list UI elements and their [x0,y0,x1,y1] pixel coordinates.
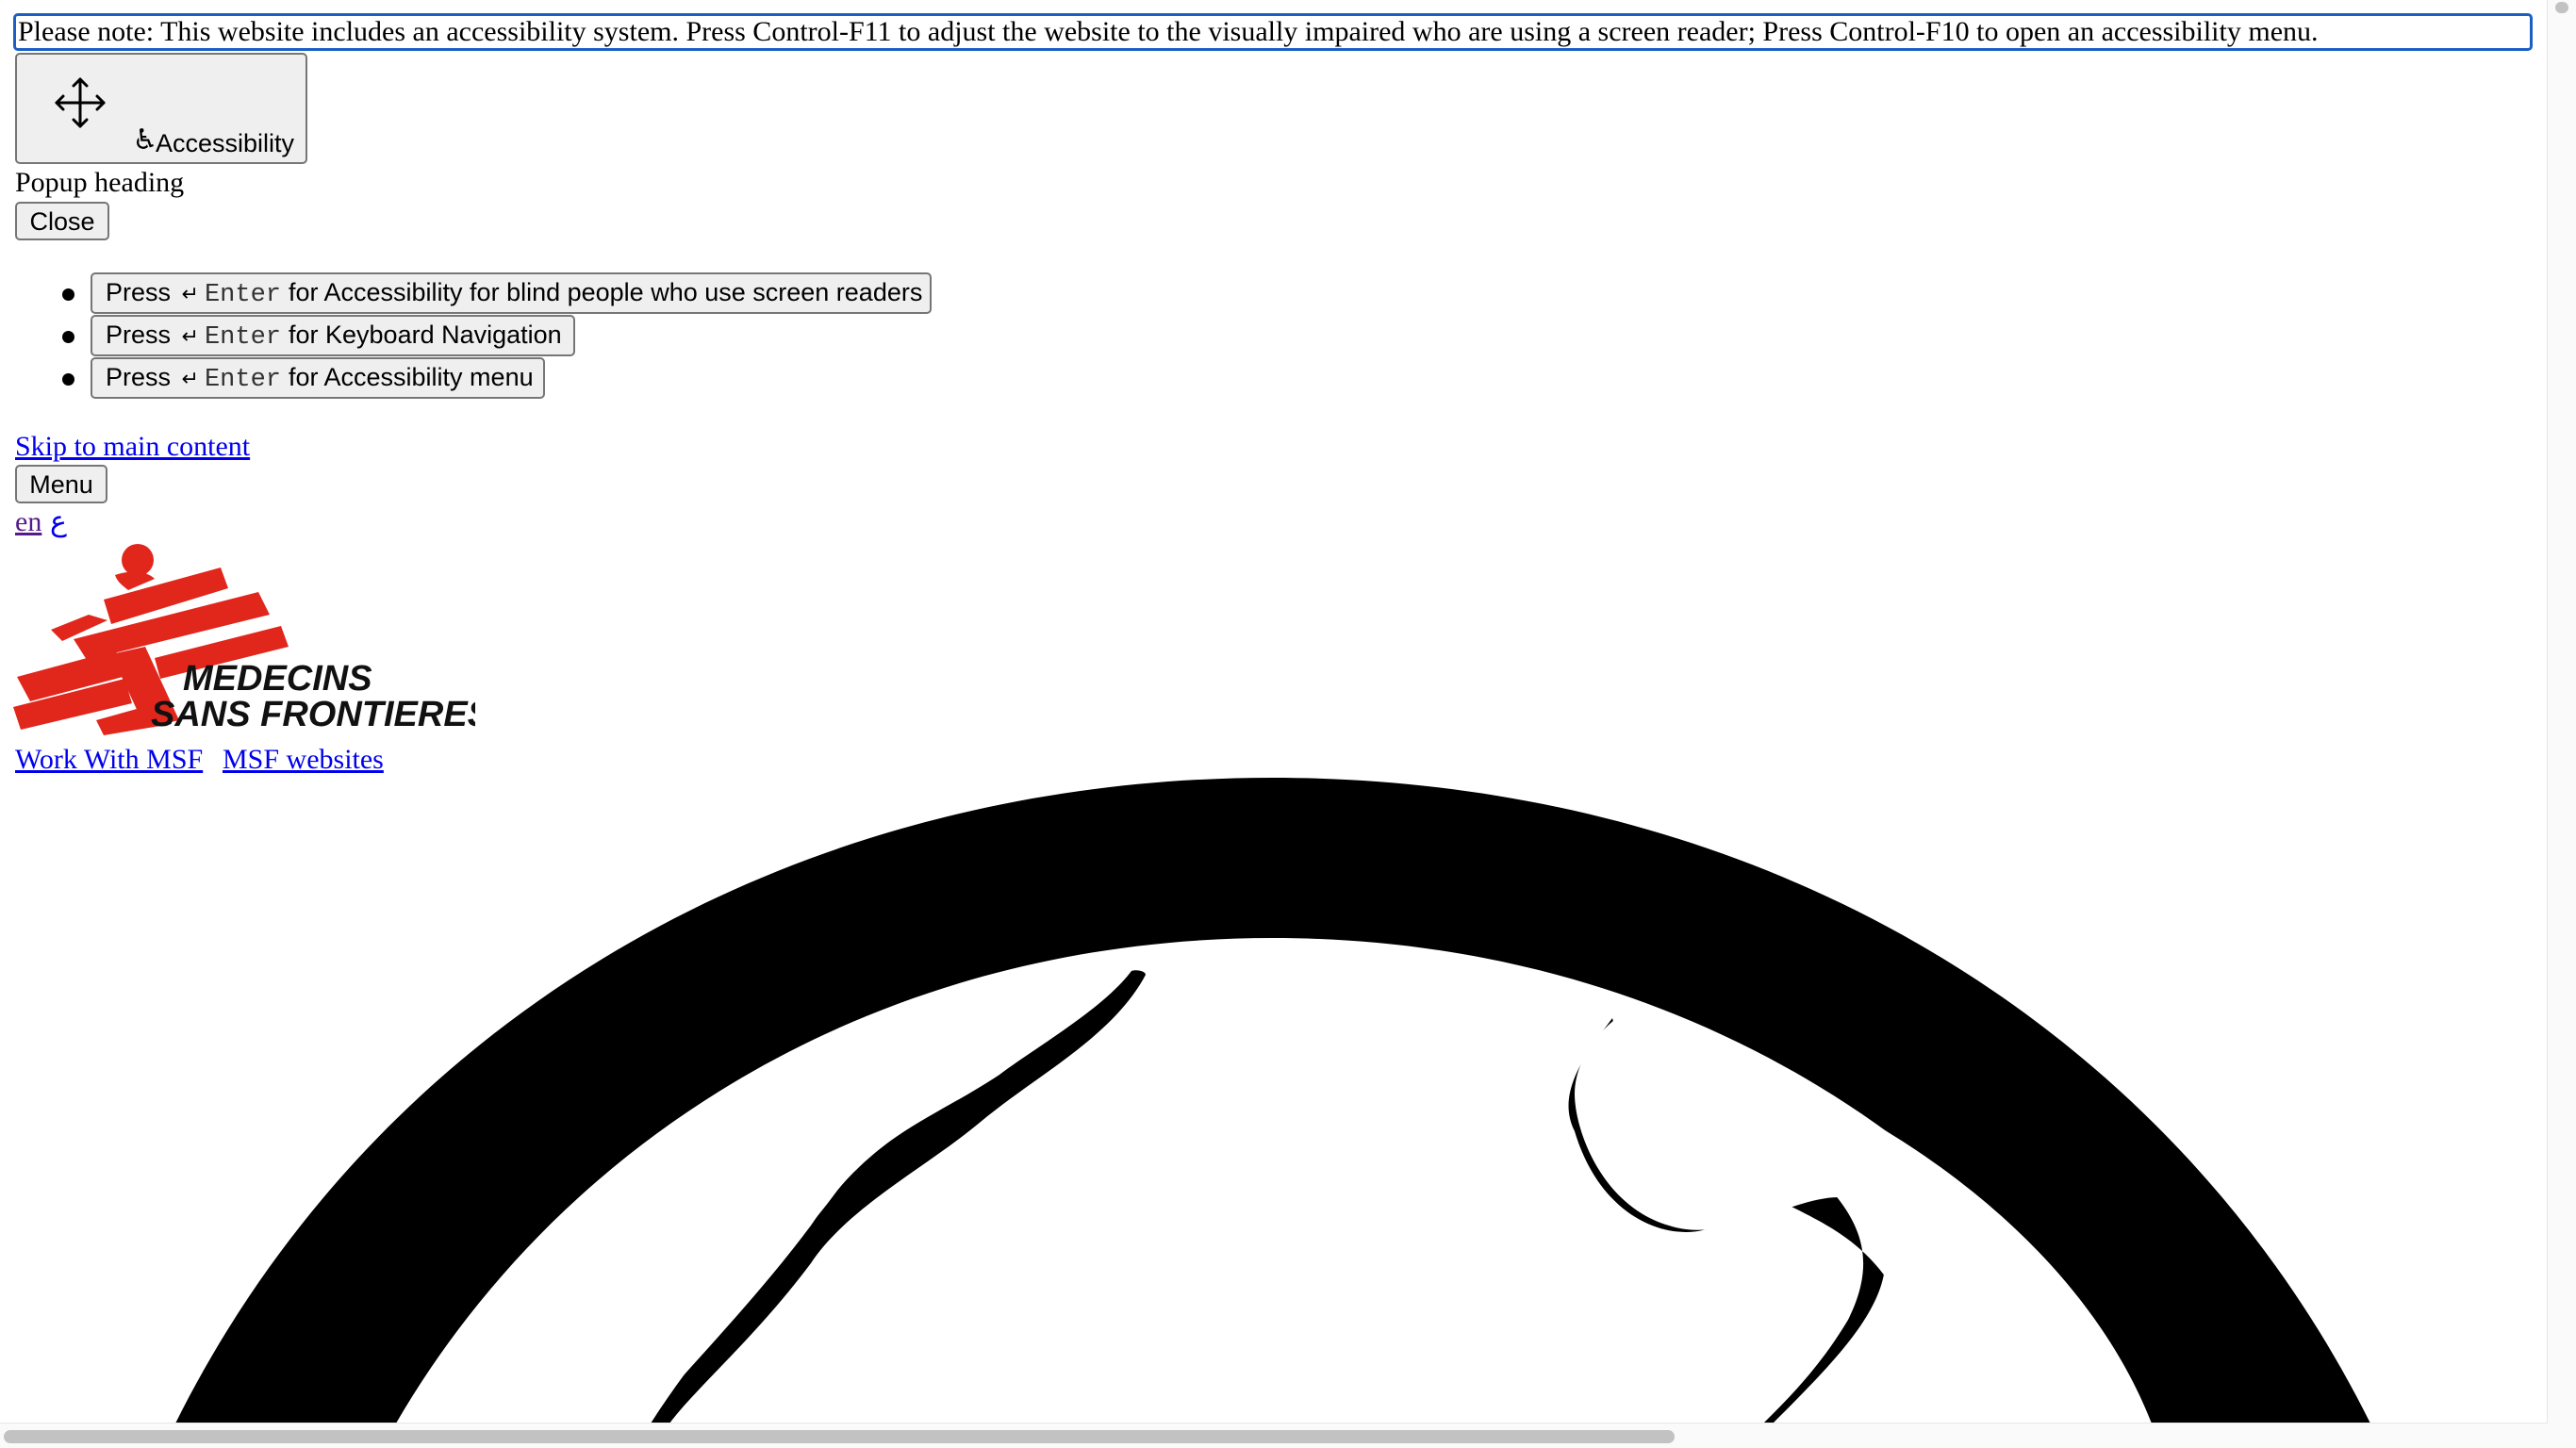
language-link-ar[interactable]: ع [50,505,67,539]
vertical-scrollbar-thumb[interactable] [2555,2,2568,13]
vertical-scrollbar[interactable] [2547,0,2576,1423]
list-bullet [62,288,74,301]
press-label: Press [106,277,172,306]
enter-key-icon: ↵ [181,323,199,348]
accessibility-label: Accessibility [156,129,295,157]
screen-reader-option-button[interactable]: Press ↵ Enter for Accessibility for blind … [91,272,932,314]
language-link-en[interactable]: en [15,505,41,539]
popup-heading: Popup heading [15,167,185,198]
accessibility-notice[interactable]: Please note: This website includes an ac… [13,13,2533,51]
accessibility-button[interactable]: ♿ Accessibility [15,53,307,164]
enter-key-label: Enter [204,280,281,309]
press-label: Press [106,362,172,391]
list-bullet [62,331,74,343]
logo-line-1: MEDECINS [183,659,372,699]
keyboard-navigation-option-button[interactable]: Press ↵ Enter for Keyboard Navigation [91,315,575,356]
accessibility-menu-option-button[interactable]: Press ↵ Enter for Accessibility menu [91,357,545,399]
globe-icon [175,778,2370,1423]
enter-key-icon: ↵ [181,281,199,305]
enter-key-label: Enter [204,365,281,394]
menu-button[interactable]: Menu [15,465,107,503]
list-bullet [62,373,74,386]
horizontal-scrollbar-thumb[interactable] [4,1430,1675,1443]
move-arrows-icon [55,77,106,128]
popup-close-button[interactable]: Close [15,202,109,240]
press-label: Press [106,320,172,349]
skip-to-main-link[interactable]: Skip to main content [15,430,250,464]
logo-line-2: SANS FRONTIERES [151,695,475,734]
horizontal-scrollbar[interactable] [0,1423,2576,1448]
msf-logo[interactable]: MEDECINS SANS FRONTIERES [13,535,475,735]
option-action-label: for Accessibility menu [289,362,534,391]
option-action-label: for Keyboard Navigation [289,320,562,349]
option-action-label: for Accessibility for blind people who u… [289,277,923,306]
enter-key-label: Enter [204,322,281,352]
enter-key-icon: ↵ [181,366,199,390]
